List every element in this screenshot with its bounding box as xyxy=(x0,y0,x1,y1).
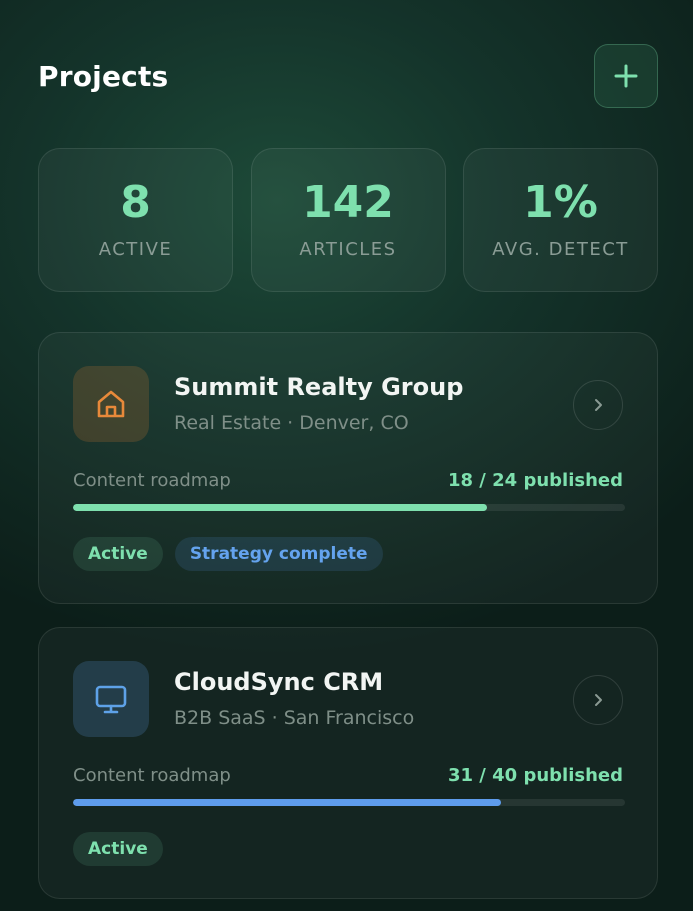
progress-fill xyxy=(73,799,501,806)
project-avatar xyxy=(73,366,149,442)
stat-value: 8 xyxy=(120,177,151,229)
tag-list: Active xyxy=(73,832,163,866)
tag-list: Active Strategy complete xyxy=(73,537,383,571)
project-avatar xyxy=(73,661,149,737)
progress-bar xyxy=(73,504,625,511)
progress-bar xyxy=(73,799,625,806)
project-subtitle: Real Estate · Denver, CO xyxy=(174,412,409,434)
stat-avg-detect: 1% AVG. DETECT xyxy=(463,148,658,292)
monitor-icon xyxy=(95,685,127,714)
header: Projects xyxy=(38,44,658,108)
status-badge: Active xyxy=(73,537,163,571)
progress-fill xyxy=(73,504,487,511)
page-title: Projects xyxy=(38,60,169,93)
project-name: CloudSync CRM xyxy=(174,668,384,696)
stat-label: ARTICLES xyxy=(299,238,397,260)
open-project-button[interactable] xyxy=(573,675,623,725)
house-icon xyxy=(97,390,125,418)
stat-active: 8 ACTIVE xyxy=(38,148,233,292)
project-name: Summit Realty Group xyxy=(174,373,464,401)
progress-label: Content roadmap xyxy=(73,470,231,491)
progress-count: 18 / 24 published xyxy=(447,470,623,491)
progress-count: 31 / 40 published xyxy=(447,765,623,786)
stat-value: 142 xyxy=(302,177,394,229)
open-project-button[interactable] xyxy=(573,380,623,430)
status-badge: Active xyxy=(73,832,163,866)
stat-articles: 142 ARTICLES xyxy=(250,148,446,292)
project-subtitle: B2B SaaS · San Francisco xyxy=(174,707,415,729)
plus-icon xyxy=(614,64,638,88)
project-card-cloudsync[interactable]: CloudSync CRM B2B SaaS · San Francisco C… xyxy=(38,627,658,899)
stats-row: 8 ACTIVE 142 ARTICLES 1% AVG. DETECT xyxy=(38,148,658,292)
progress-label: Content roadmap xyxy=(73,765,231,786)
strategy-badge: Strategy complete xyxy=(174,537,383,571)
stat-value: 1% xyxy=(523,177,598,229)
chevron-right-icon xyxy=(595,399,602,411)
chevron-right-icon xyxy=(595,694,602,706)
stat-label: ACTIVE xyxy=(98,238,173,260)
project-card-summit-realty[interactable]: Summit Realty Group Real Estate · Denver… xyxy=(38,332,658,604)
add-project-button[interactable] xyxy=(594,44,658,108)
stat-label: AVG. DETECT xyxy=(492,238,629,260)
